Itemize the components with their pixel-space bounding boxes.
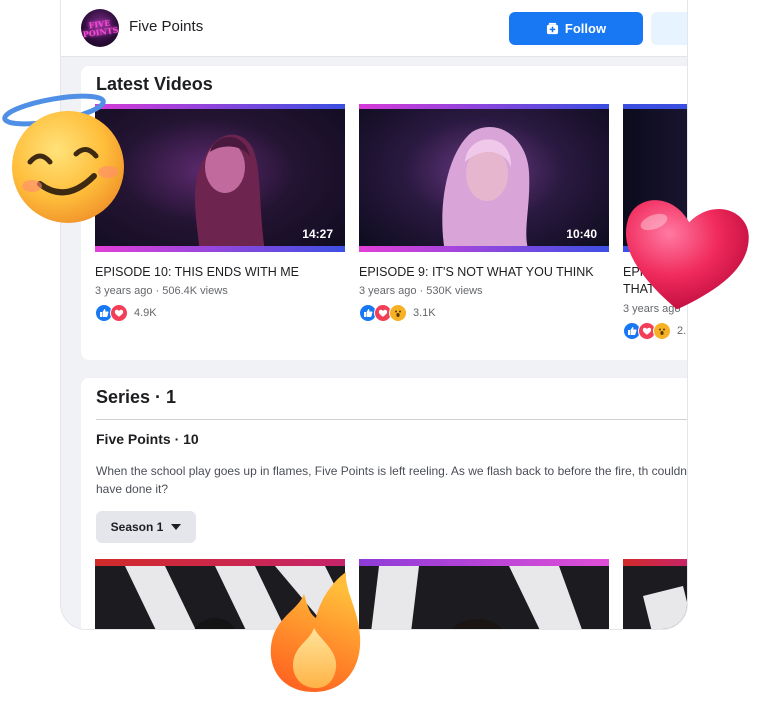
season-label: Season 1 [110,520,164,534]
thumbnail-bottom-bar [95,246,345,252]
heart-icon [625,200,749,310]
video-title[interactable]: EPISODE 9: IT'S NOT WHAT YOU THINK [359,265,594,279]
thumbnail-top-bar [95,559,345,566]
thumbnail-top-bar [623,104,687,109]
follow-label: Follow [564,21,607,36]
follow-button[interactable]: Follow [509,12,643,45]
series-description: When the school play goes up in flames, … [96,464,688,496]
series-show-title[interactable]: Five Points · 10 [96,431,199,447]
thumbnail-top-bar [623,559,687,566]
fire-icon [270,572,361,692]
page-avatar[interactable]: FIVE POINTS [81,9,119,47]
logo-stripes-graphic [371,566,582,629]
reaction-summary[interactable]: 2. [623,322,686,340]
video-meta: 3 years ago · 530K views [359,285,483,297]
love-reaction-icon [110,304,128,322]
season-dropdown[interactable]: Season 1 [96,511,196,543]
page-name[interactable]: Five Points [129,18,203,35]
smiling-face-with-halo-icon [2,93,124,223]
person-silhouette [195,134,265,252]
episode-thumbnail[interactable] [623,559,687,629]
thumbnail-top-bar [95,104,345,109]
series-title: Series · 1 [96,387,177,407]
video-duration: 14:27 [302,227,333,241]
thumbnail-bottom-bar [359,246,609,252]
person-silhouette [442,126,530,252]
video-duration: 10:40 [566,227,597,241]
facebook-page-window: FIVE POINTS Five Points Follow Latest Vi… [60,0,688,630]
section-divider [96,419,687,420]
video-title[interactable]: EPISODE 10: THIS ENDS WITH ME [95,265,299,279]
thumbnail-top-bar [359,559,609,566]
reaction-summary[interactable]: 4.9K [95,304,157,322]
series-section: Series · 1 Five Points · 10 When the sch… [81,378,688,629]
logo-stripes-graphic [643,586,687,629]
video-meta: 3 years ago · 506.4K views [95,285,228,297]
wow-reaction-icon [653,322,671,340]
reaction-count: 4.9K [134,307,157,319]
latest-videos-section: Latest Videos 14:27 EPISODE 10: THIS END… [81,66,687,360]
video-thumbnail[interactable]: 10:40 [359,104,609,252]
caret-down-icon [171,524,182,530]
thumbnail-top-bar [359,104,609,109]
page-header: FIVE POINTS Five Points Follow [61,0,687,57]
episode-thumbnail[interactable] [359,559,609,629]
reaction-summary[interactable]: 3.1K [359,304,436,322]
reaction-count: 3.1K [413,307,436,319]
avatar-logo-text: FIVE POINTS [82,17,119,40]
video-thumbnail[interactable]: 14:27 [95,104,345,252]
follow-plus-icon [546,22,558,35]
secondary-action-button[interactable] [651,12,687,45]
reaction-count: 2. [677,325,687,337]
wow-reaction-icon [389,304,407,322]
